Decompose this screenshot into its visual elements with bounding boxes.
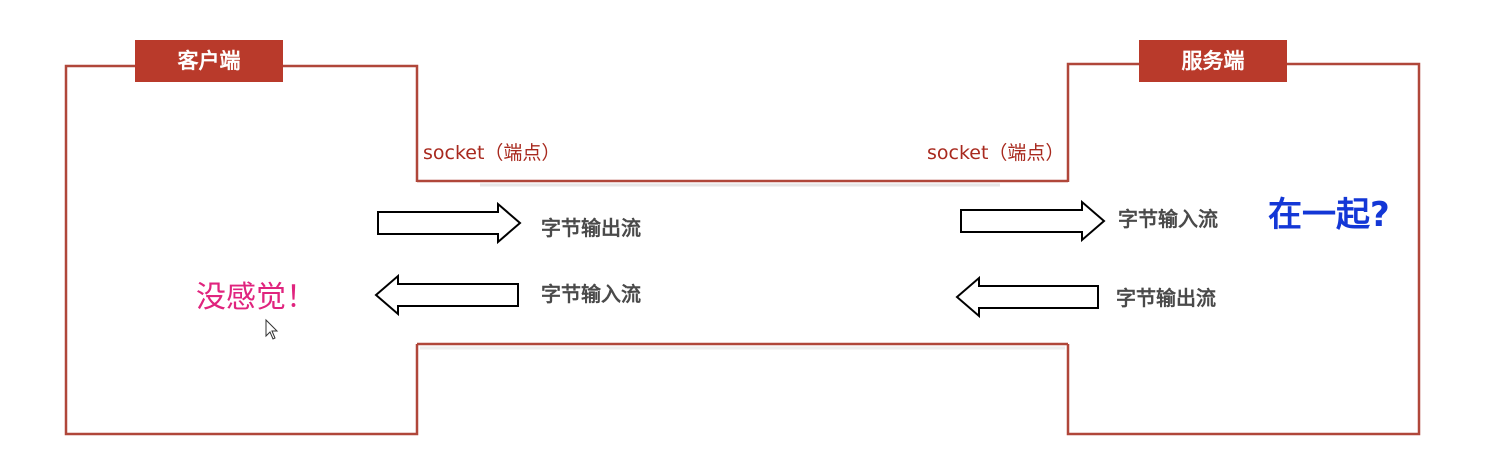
client-in-label: 字节输入流 bbox=[541, 282, 641, 306]
client-frame-top bbox=[283, 64, 419, 182]
client-out-label: 字节输出流 bbox=[541, 216, 641, 240]
server-note: 在一起? bbox=[1268, 195, 1390, 235]
client-socket-label: socket（端点） bbox=[423, 142, 560, 164]
client-title: 客户端 bbox=[178, 49, 241, 73]
socket-diagram: 客户端 服务端 socket（端点） socket（端点） 字节输出流 字节输入… bbox=[64, 40, 1421, 436]
client-in-arrow bbox=[374, 273, 519, 317]
server-socket-label: socket（端点） bbox=[927, 142, 1064, 164]
server-frame bbox=[1066, 62, 1140, 182]
mouse-cursor-icon bbox=[265, 318, 279, 340]
server-in-arrow bbox=[960, 199, 1106, 243]
client-frame bbox=[64, 64, 419, 436]
server-out-arrow bbox=[955, 275, 1099, 319]
server-title: 服务端 bbox=[1182, 49, 1245, 73]
client-note: 没感觉！ bbox=[196, 280, 316, 315]
server-out-label: 字节输出流 bbox=[1116, 286, 1216, 310]
server-frame-top bbox=[1066, 62, 1421, 436]
client-out-arrow bbox=[377, 201, 522, 245]
server-in-label: 字节输入流 bbox=[1118, 207, 1218, 231]
